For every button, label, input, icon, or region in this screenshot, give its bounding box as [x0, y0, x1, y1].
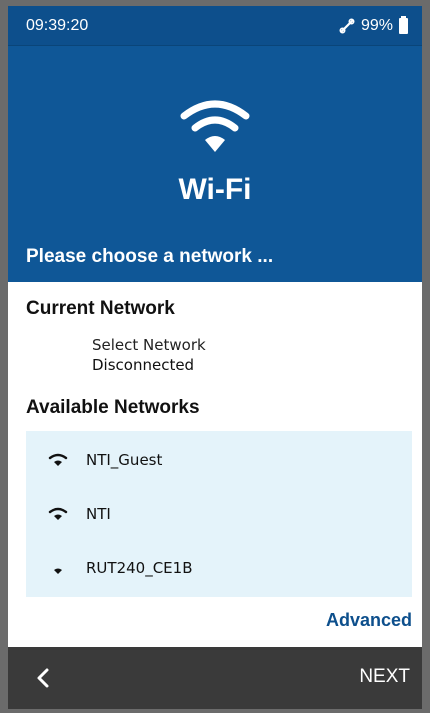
status-time: 09:39:20 [26, 16, 89, 34]
advanced-button[interactable]: Advanced [326, 610, 412, 631]
current-network-state: Disconnected [92, 356, 195, 374]
status-bar: 09:39:20 99% [8, 6, 422, 46]
available-networks-heading: Available Networks [26, 397, 200, 418]
network-item-nti-guest[interactable]: NTI_Guest [26, 433, 412, 487]
network-ssid: NTI_Guest [86, 451, 163, 469]
wifi-signal-full-icon [48, 453, 68, 467]
page-subtitle: Please choose a network ... [26, 246, 274, 267]
device-screen: 09:39:20 99% Wi-Fi Please choose a netwo… [8, 6, 422, 709]
current-network-name: Select Network [92, 336, 206, 354]
wifi-signal-full-icon [48, 507, 68, 521]
network-item-nti[interactable]: NTI [26, 487, 412, 541]
network-item-rut240[interactable]: RUT240_CE1B [26, 541, 412, 595]
chevron-left-icon [37, 668, 49, 688]
network-list: NTI_Guest NTI RUT240_CE1B [26, 431, 412, 597]
battery-icon [399, 15, 408, 34]
bottom-nav-bar: NEXT [8, 647, 422, 709]
battery-percent: 99% [360, 16, 393, 34]
battery-status: 99% [339, 15, 408, 35]
current-network-heading: Current Network [26, 298, 175, 319]
link-icon [339, 17, 355, 34]
network-ssid: NTI [86, 505, 111, 523]
network-ssid: RUT240_CE1B [86, 559, 193, 577]
wifi-signal-low-icon [48, 561, 68, 575]
next-button[interactable]: NEXT [359, 666, 410, 688]
wifi-icon [180, 100, 250, 152]
status-right: 99% [339, 15, 408, 35]
page-title: Wi-Fi [178, 173, 252, 206]
back-button[interactable] [30, 665, 56, 691]
header: Wi-Fi Please choose a network ... [8, 46, 422, 282]
